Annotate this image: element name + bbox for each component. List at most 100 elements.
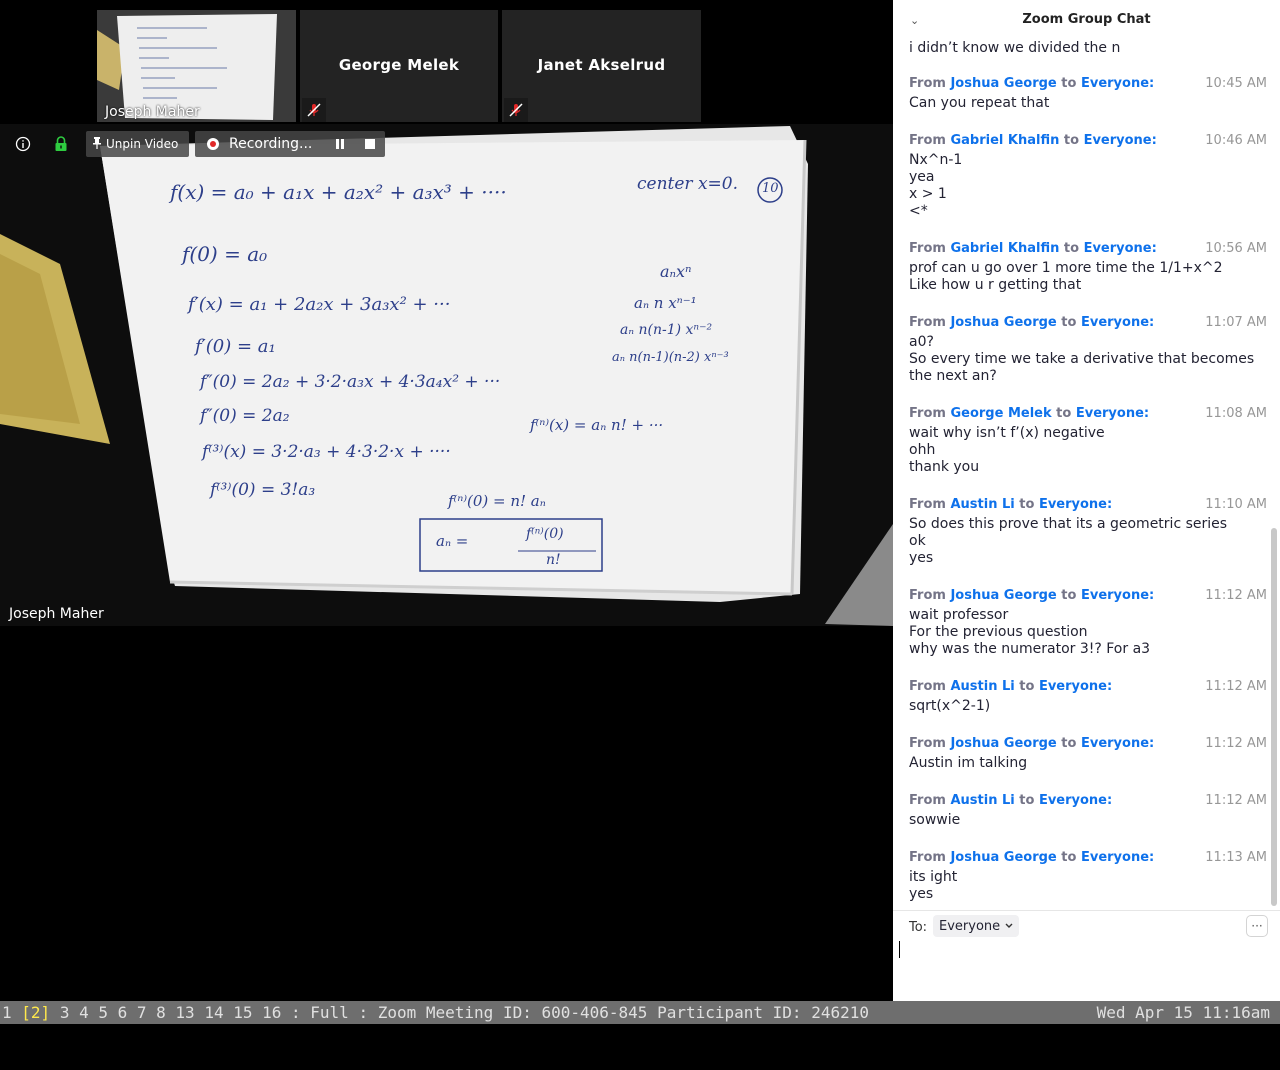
to-word: to — [1061, 76, 1077, 91]
info-icon[interactable] — [15, 136, 31, 152]
boxed-formula-denominator: n! — [546, 552, 561, 568]
sender-name[interactable]: Gabriel Khalfin — [950, 133, 1059, 148]
muted-mic-icon — [504, 98, 528, 122]
message-header: From Austin Li to Everyone: 11:12 AM — [909, 793, 1267, 809]
chat-message: From Gabriel Khalfin to Everyone: 10:56 A… — [909, 241, 1267, 294]
pause-icon — [336, 139, 344, 149]
message-line: prof can u go over 1 more time the 1/1+x… — [909, 260, 1223, 276]
chat-header: ⌄ Zoom Group Chat — [893, 0, 1280, 38]
from-word: From — [909, 76, 946, 91]
message-line: sowwie — [909, 812, 961, 828]
main-speaker-video: f(x) = a₀ + a₁x + a₂x² + a₃x³ + ···· f(0… — [0, 124, 893, 626]
message-line: <* — [909, 203, 928, 219]
sender-name[interactable]: Joshua George — [950, 850, 1056, 865]
message-time: 10:56 AM — [1205, 241, 1267, 256]
video-area: Joseph Maher George Melek Janet Akselrud — [0, 0, 893, 1001]
participant-name: Janet Akselrud — [537, 56, 666, 74]
more-options-button[interactable]: ··· — [1246, 915, 1268, 937]
message-line: ohh — [909, 442, 936, 458]
workspace-item[interactable]: 1 — [2, 1003, 12, 1022]
chat-message: From Joshua George to Everyone: 11:12 AM A… — [909, 736, 1267, 772]
lock-icon[interactable] — [54, 136, 70, 152]
sender-name[interactable]: Joshua George — [950, 315, 1056, 330]
message-line: So every time we take a derivative that … — [909, 351, 1255, 367]
sender-name[interactable]: George Melek — [950, 406, 1051, 421]
recipient-name: Everyone: — [1080, 736, 1155, 751]
stop-icon — [365, 139, 375, 149]
message-line: So does this prove that its a geometric … — [909, 516, 1228, 532]
message-header: From Gabriel Khalfin to Everyone: 10:46 A… — [909, 133, 1267, 149]
to-word: to — [1019, 497, 1035, 512]
to-word: to — [1061, 315, 1077, 330]
stop-recording-button[interactable] — [355, 131, 385, 157]
recording-label: Recording... — [229, 136, 313, 152]
chat-message-input[interactable] — [893, 941, 1280, 999]
whiteboard-note: aₙ n xⁿ⁻¹ — [634, 294, 697, 312]
whiteboard-note: f⁽ⁿ⁾(0) = n! aₙ — [448, 492, 546, 510]
recipient-name: Everyone: — [1083, 133, 1157, 148]
message-line: the next an? — [909, 368, 997, 384]
workspace-list: 1 [2] 3 4 5 6 7 8 13 14 15 16 : Full : Z… — [2, 1001, 869, 1024]
message-time: 11:07 AM — [1205, 315, 1267, 330]
message-line: Nx^n-1 — [909, 152, 963, 168]
message-line: For the previous question — [909, 624, 1088, 640]
message-time: 11:08 AM — [1205, 406, 1267, 421]
message-header: From Joshua George to Everyone: 11:12 AM — [909, 588, 1267, 604]
recipient-select[interactable]: Everyone — [933, 915, 1020, 937]
recipient-value: Everyone — [939, 918, 1001, 934]
sender-name[interactable]: Gabriel Khalfin — [950, 241, 1059, 256]
message-header: From Joshua George to Everyone: 11:13 AM — [909, 850, 1267, 866]
whiteboard-line: f(0) = a₀ — [182, 242, 268, 266]
participant-thumbnail-0[interactable]: George Melek — [300, 10, 498, 122]
message-line: sqrt(x^2-1) — [909, 698, 991, 714]
message-time: 11:13 AM — [1205, 850, 1267, 865]
chat-scrollbar[interactable] — [1271, 528, 1277, 906]
from-word: From — [909, 793, 946, 808]
whiteboard-line: f″(0) = 2a₂ — [200, 406, 290, 426]
active-speaker-name: Joseph Maher — [9, 606, 104, 622]
to-word: to — [1061, 588, 1077, 603]
message-time: 10:45 AM — [1205, 76, 1267, 91]
chat-message: From Joshua George to Everyone: 11:13 AM i… — [909, 850, 1267, 903]
boxed-formula-lhs: aₙ = — [436, 532, 469, 550]
message-line: Like how u r getting that — [909, 277, 1082, 293]
from-word: From — [909, 315, 946, 330]
to-word: to — [1063, 133, 1080, 148]
workspace-active[interactable]: [2] — [21, 1003, 50, 1022]
sender-name[interactable]: Joshua George — [950, 736, 1056, 751]
recipient-row: To: Everyone ··· — [893, 910, 1280, 941]
recipient-name: Everyone: — [1038, 793, 1113, 808]
message-line: its ight — [909, 869, 958, 885]
sender-name[interactable]: Joshua George — [950, 76, 1056, 91]
chat-message: From Austin Li to Everyone: 11:12 AM sqrt(… — [909, 679, 1267, 715]
pin-icon — [92, 136, 102, 152]
sender-name[interactable]: Austin Li — [950, 793, 1014, 808]
message-time: 11:12 AM — [1205, 588, 1267, 603]
participant-thumbnail-1[interactable]: Janet Akselrud — [502, 10, 701, 122]
sender-name[interactable]: Austin Li — [950, 679, 1014, 694]
sender-name[interactable]: Austin Li — [950, 497, 1014, 512]
pause-recording-button[interactable] — [325, 131, 355, 157]
whiteboard-line: f″(0) = 2a₂ + 3·2·a₃x + 4·3a₄x² + ··· — [200, 372, 501, 392]
chat-title: Zoom Group Chat — [1022, 12, 1151, 27]
message-header: From Joshua George to Everyone: 10:45 AM — [909, 76, 1267, 92]
message-line: yes — [909, 886, 934, 902]
workspace-rest: 3 4 5 6 7 8 13 14 15 16 : Full : Zoom Me… — [59, 1003, 869, 1022]
self-thumbnail-name: Joseph Maher — [105, 104, 200, 120]
unpin-video-label: Unpin Video — [106, 137, 179, 151]
recipient-name: Everyone: — [1080, 315, 1155, 330]
message-header: From Gabriel Khalfin to Everyone: 10:56 A… — [909, 241, 1267, 257]
from-word: From — [909, 241, 946, 256]
from-word: From — [909, 736, 946, 751]
message-line: yes — [909, 550, 934, 566]
unpin-video-button[interactable]: Unpin Video — [86, 131, 189, 157]
from-word: From — [909, 588, 946, 603]
to-word: to — [1019, 679, 1035, 694]
chat-message-list[interactable]: i didn’t know we divided the n From Josh… — [893, 38, 1269, 910]
chat-message: From Austin Li to Everyone: 11:10 AM So do… — [909, 497, 1267, 567]
chat-message: From Austin Li to Everyone: 11:12 AM sowwi… — [909, 793, 1267, 829]
self-video-thumbnail[interactable]: Joseph Maher — [97, 10, 296, 122]
whiteboard-line: f′(x) = a₁ + 2a₂x + 3a₃x² + ··· — [188, 294, 451, 315]
sender-name[interactable]: Joshua George — [950, 588, 1056, 603]
text-caret — [899, 941, 900, 958]
